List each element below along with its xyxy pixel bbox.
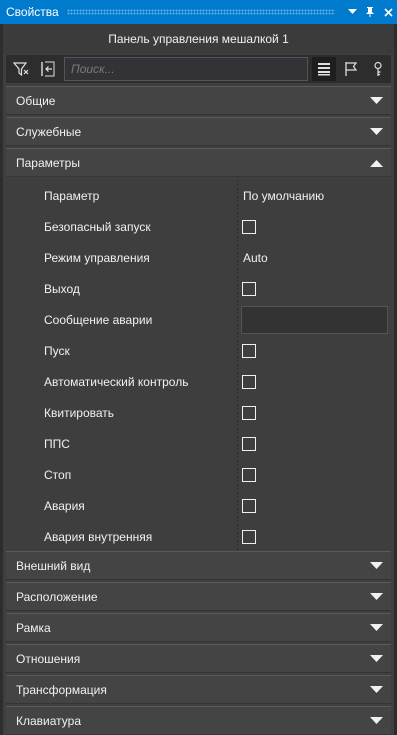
panel-header: Панель управления мешалкой 1	[3, 24, 394, 54]
param-row-pps: ППС	[6, 428, 391, 459]
section-relations[interactable]: Отношения	[6, 644, 391, 673]
param-name: Квитировать	[44, 405, 115, 420]
parameters-grid: Параметр По умолчанию Безопасный запуск …	[6, 180, 391, 550]
param-row-alarm-message: Сообщение аварии	[6, 304, 391, 335]
chevron-down-icon	[370, 127, 383, 135]
section-label: Клавиатура	[16, 713, 81, 728]
section-label: Общие	[16, 93, 56, 108]
toolbar: Поиск...	[6, 55, 391, 83]
list-view-icon[interactable]	[312, 57, 336, 81]
param-name: Пуск	[44, 343, 70, 358]
import-icon[interactable]	[36, 57, 60, 81]
pps-checkbox[interactable]	[242, 436, 256, 451]
chevron-down-icon	[370, 561, 383, 569]
control-mode-value[interactable]: Auto	[243, 251, 268, 265]
close-icon[interactable]	[379, 0, 397, 24]
param-row-output: Выход	[6, 273, 391, 304]
alarm-message-input[interactable]	[241, 305, 388, 334]
chevron-down-icon	[370, 685, 383, 693]
section-general[interactable]: Общие	[6, 86, 391, 115]
chevron-down-icon	[370, 716, 383, 724]
section-label: Трансформация	[16, 682, 107, 697]
search-input[interactable]: Поиск...	[64, 57, 308, 81]
window-titlebar[interactable]: Свойства	[0, 0, 397, 24]
param-row-stop: Стоп	[6, 459, 391, 490]
param-name: Безопасный запуск	[44, 219, 151, 234]
section-label: Рамка	[16, 620, 51, 635]
titlebar-grip[interactable]	[66, 9, 335, 15]
safe-start-checkbox[interactable]	[242, 219, 256, 234]
column-header-name: Параметр	[44, 188, 100, 203]
param-row-control-mode: Режим управления Auto	[6, 242, 391, 273]
window-title: Свойства	[6, 5, 59, 19]
properties-panel: Панель управления мешалкой 1 Поиск... Об…	[3, 24, 394, 735]
filter-icon[interactable]	[9, 57, 33, 81]
chevron-up-icon	[370, 159, 383, 167]
parameters-header-row: Параметр По умолчанию	[6, 180, 391, 211]
section-appearance[interactable]: Внешний вид	[6, 551, 391, 580]
section-label: Служебные	[16, 124, 82, 139]
section-keyboard[interactable]: Клавиатура	[6, 706, 391, 735]
pin-icon[interactable]	[361, 0, 379, 24]
param-row-internal-alarm: Авария внутренняя	[6, 521, 391, 552]
param-name: Автоматический контроль	[44, 374, 189, 389]
param-name: Режим управления	[44, 250, 150, 265]
output-checkbox[interactable]	[242, 281, 256, 296]
param-row-auto-control: Автоматический контроль	[6, 366, 391, 397]
dropdown-arrow-icon[interactable]	[343, 0, 361, 24]
chevron-down-icon	[370, 654, 383, 662]
param-name: Авария внутренняя	[44, 529, 153, 544]
section-label: Параметры	[16, 155, 80, 170]
section-label: Отношения	[16, 651, 81, 666]
section-position[interactable]: Расположение	[6, 582, 391, 611]
chevron-down-icon	[370, 623, 383, 631]
param-row-acknowledge: Квитировать	[6, 397, 391, 428]
chevron-down-icon	[370, 592, 383, 600]
section-label: Расположение	[16, 589, 98, 604]
internal-alarm-checkbox[interactable]	[242, 529, 256, 544]
panel-title: Панель управления мешалкой 1	[108, 32, 289, 46]
section-parameters[interactable]: Параметры	[6, 148, 391, 177]
param-row-safe-start: Безопасный запуск	[6, 211, 391, 242]
param-row-start: Пуск	[6, 335, 391, 366]
flag-icon[interactable]	[339, 57, 363, 81]
section-label: Внешний вид	[16, 558, 91, 573]
chevron-down-icon	[370, 96, 383, 104]
param-name: Стоп	[44, 467, 72, 482]
param-name: Авария	[44, 498, 85, 513]
alarm-checkbox[interactable]	[242, 498, 256, 513]
key-icon[interactable]	[366, 57, 390, 81]
stop-checkbox[interactable]	[242, 467, 256, 482]
param-name: Выход	[44, 281, 80, 296]
section-transform[interactable]: Трансформация	[6, 675, 391, 704]
column-header-default: По умолчанию	[243, 188, 325, 203]
param-name: Сообщение аварии	[44, 312, 153, 327]
section-service[interactable]: Служебные	[6, 117, 391, 146]
acknowledge-checkbox[interactable]	[242, 405, 256, 420]
param-row-alarm: Авария	[6, 490, 391, 521]
auto-control-checkbox[interactable]	[242, 374, 256, 389]
section-frame[interactable]: Рамка	[6, 613, 391, 642]
param-name: ППС	[44, 436, 70, 451]
start-checkbox[interactable]	[242, 343, 256, 358]
